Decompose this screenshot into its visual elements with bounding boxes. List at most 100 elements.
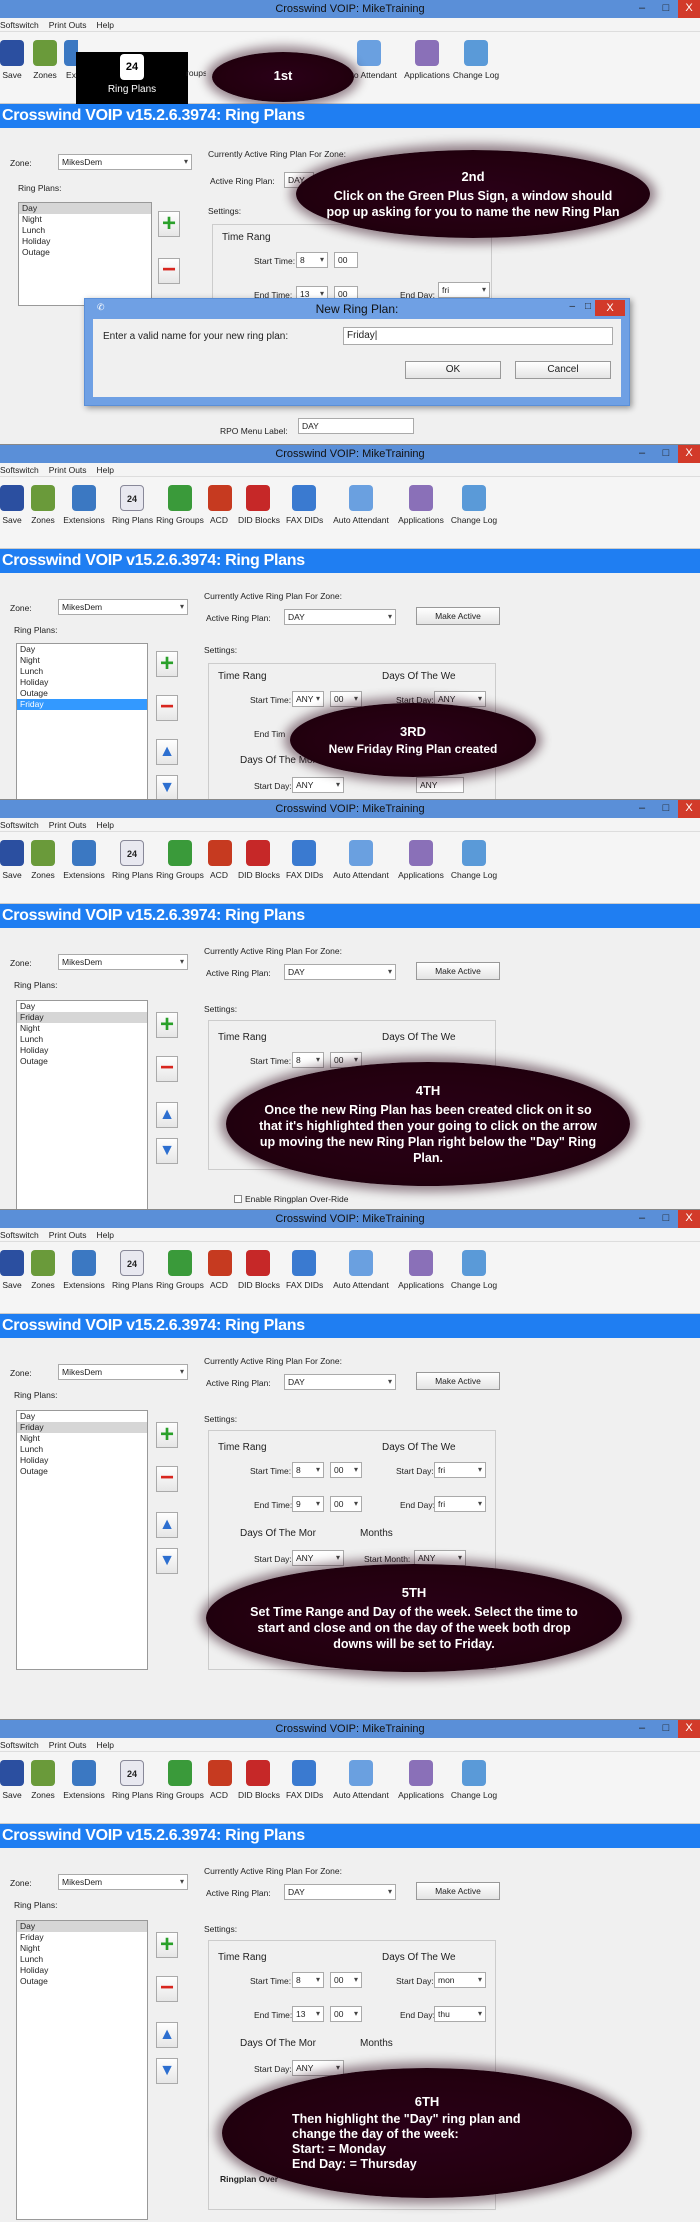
toolbar-acd-button[interactable]: ACD [208,1250,232,1290]
add-ring-plan-button[interactable]: + [156,651,178,677]
toolbar-did-blocks-button[interactable]: DID Blocks [238,1760,280,1800]
add-ring-plan-button[interactable]: + [156,1012,178,1038]
make-active-button[interactable]: Make Active [416,962,500,980]
enable-override-checkbox[interactable]: Enable Ringplan Over-Ride [234,1194,348,1204]
dom-start-day-select[interactable]: ANY ▾ [292,777,344,793]
maximize-button[interactable]: □ [654,1720,678,1738]
minimize-button[interactable]: – [630,1720,654,1738]
list-item[interactable]: Day [17,1001,147,1012]
close-button[interactable]: X [678,1210,700,1228]
toolbar-save-button[interactable]: Save [0,1760,24,1800]
menu-softswitch[interactable]: Softswitch [0,463,39,477]
minimize-button[interactable]: – [630,1210,654,1228]
list-item[interactable]: Holiday [17,677,147,688]
list-item[interactable]: Day [17,1411,147,1422]
start-day-select[interactable]: mon ▾ [434,1972,486,1988]
remove-ring-plan-button[interactable]: − [158,258,180,284]
toolbar-ring-groups-button[interactable]: Ring Groups [156,1760,204,1800]
end-minute-select[interactable]: 00 ▾ [330,1496,362,1512]
toolbar-zones-button[interactable]: Zones [30,1760,56,1800]
toolbar-fax-dids-button[interactable]: FAX DIDs [286,840,323,880]
list-item[interactable]: Holiday [17,1965,147,1976]
maximize-button[interactable]: □ [654,800,678,818]
toolbar-save-button[interactable]: Save [0,840,24,880]
toolbar-save-button[interactable]: Save [0,485,24,525]
end-day-select[interactable]: fri ▾ [434,1496,486,1512]
menu-print-outs[interactable]: Print Outs [49,1228,87,1242]
toolbar-zones-button[interactable]: Zones [30,485,56,525]
start-minute-select[interactable]: 00 ▾ [330,1462,362,1478]
list-item[interactable]: Night [17,655,147,666]
list-item[interactable]: Outage [17,1466,147,1477]
end-minute-select[interactable]: 00 ▾ [330,2006,362,2022]
menu-help[interactable]: Help [97,18,114,32]
toolbar-zones-button[interactable]: Zones [30,40,60,80]
make-active-button[interactable]: Make Active [416,607,500,625]
toolbar-did-blocks-button[interactable]: DID Blocks [238,485,280,525]
toolbar-did-blocks-button[interactable]: DID Blocks [238,1250,280,1290]
start-hour-select[interactable]: ANY ▾ [292,691,324,707]
ok-button[interactable]: OK [405,361,501,379]
toolbar-auto-attendant-button[interactable]: Auto Attendant [330,1760,392,1800]
menu-help[interactable]: Help [97,1228,114,1242]
toolbar-change-log-button[interactable]: Change Log [450,1760,498,1800]
toolbar-extensions-button[interactable]: Extensions [62,1250,106,1290]
ring-plans-list[interactable]: Day Night Lunch Holiday Outage [18,202,152,306]
toolbar-save-button[interactable]: Save [0,1250,24,1290]
toolbar-fax-dids-button[interactable]: FAX DIDs [286,1250,323,1290]
add-ring-plan-button[interactable]: + [158,211,180,237]
menu-print-outs[interactable]: Print Outs [49,1738,87,1752]
remove-ring-plan-button[interactable]: − [156,1056,178,1082]
zone-select[interactable]: MikesDem ▾ [58,1364,188,1380]
toolbar-extensions-button[interactable]: Extensions [62,1760,106,1800]
menu-softswitch[interactable]: Softswitch [0,18,39,32]
ring-plans-list[interactable]: Day Friday Night Lunch Holiday Outage [16,1410,148,1670]
toolbar-ring-plans-button[interactable]: 24 Ring Plans [112,1760,153,1800]
move-up-button[interactable]: ▲ [156,1512,178,1538]
remove-ring-plan-button[interactable]: − [156,1976,178,2002]
menu-print-outs[interactable]: Print Outs [49,463,87,477]
toolbar-ring-plans-button[interactable]: 24 Ring Plans [112,840,153,880]
close-button[interactable]: X [678,0,700,18]
zone-select[interactable]: MikesDem ▾ [58,154,192,170]
list-item[interactable]: Holiday [17,1045,147,1056]
list-item[interactable]: Friday [17,1012,147,1023]
start-minute-select[interactable]: 00 ▾ [330,1972,362,1988]
toolbar-did-blocks-button[interactable]: DID Blocks [238,840,280,880]
list-item[interactable]: Lunch [17,666,147,677]
list-item[interactable]: Day [19,203,151,214]
end-day-select[interactable]: thu ▾ [434,2006,486,2022]
minimize-button[interactable]: – [630,445,654,463]
menu-help[interactable]: Help [97,1738,114,1752]
toolbar-applications-button[interactable]: Applications [402,40,452,80]
move-down-button[interactable]: ▼ [156,1138,178,1164]
list-item[interactable]: Friday [17,1422,147,1433]
close-button[interactable]: X [678,800,700,818]
active-plan-select[interactable]: DAY ▾ [284,1884,396,1900]
start-hour-select[interactable]: 8 ▾ [292,1462,324,1478]
menu-softswitch[interactable]: Softswitch [0,818,39,832]
add-ring-plan-button[interactable]: + [156,1932,178,1958]
list-item[interactable]: Outage [19,247,151,258]
toolbar-ring-plans-button[interactable]: 24 Ring Plans [112,485,153,525]
menu-softswitch[interactable]: Softswitch [0,1738,39,1752]
list-item[interactable]: Outage [17,1056,147,1067]
active-plan-select[interactable]: DAY ▾ [284,1374,396,1390]
toolbar-save-button[interactable]: Save [0,40,24,80]
list-item[interactable]: Night [17,1943,147,1954]
menu-help[interactable]: Help [97,818,114,832]
plan-name-input[interactable]: Friday| [343,327,613,345]
maximize-button[interactable]: □ [654,445,678,463]
toolbar-ring-groups-button[interactable]: Ring Groups [156,840,204,880]
active-plan-select[interactable]: DAY ▾ [284,609,396,625]
dialog-close-button[interactable]: X [595,300,625,316]
start-hour-select[interactable]: 8 ▾ [296,252,328,268]
toolbar-fax-dids-button[interactable]: FAX DIDs [286,1760,323,1800]
remove-ring-plan-button[interactable]: − [156,695,178,721]
list-item[interactable]: Night [17,1023,147,1034]
list-item[interactable]: Lunch [19,225,151,236]
toolbar-applications-button[interactable]: Applications [396,485,446,525]
toolbar-auto-attendant-button[interactable]: Auto Attendant [330,840,392,880]
end-hour-select[interactable]: 9 ▾ [292,1496,324,1512]
move-up-button[interactable]: ▲ [156,1102,178,1128]
